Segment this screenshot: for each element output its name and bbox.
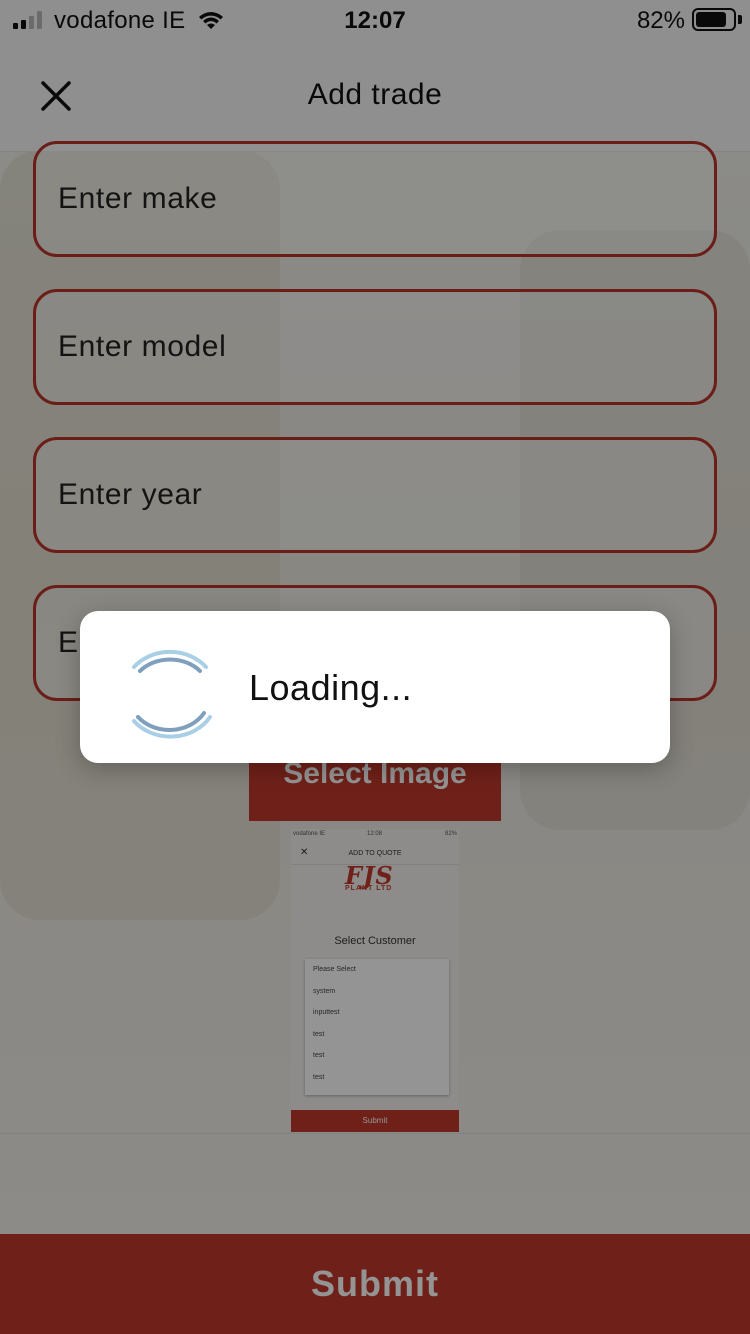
loading-dialog: Loading... [80,611,670,763]
spinner-icon [132,649,212,739]
loading-text: Loading... [249,667,413,708]
